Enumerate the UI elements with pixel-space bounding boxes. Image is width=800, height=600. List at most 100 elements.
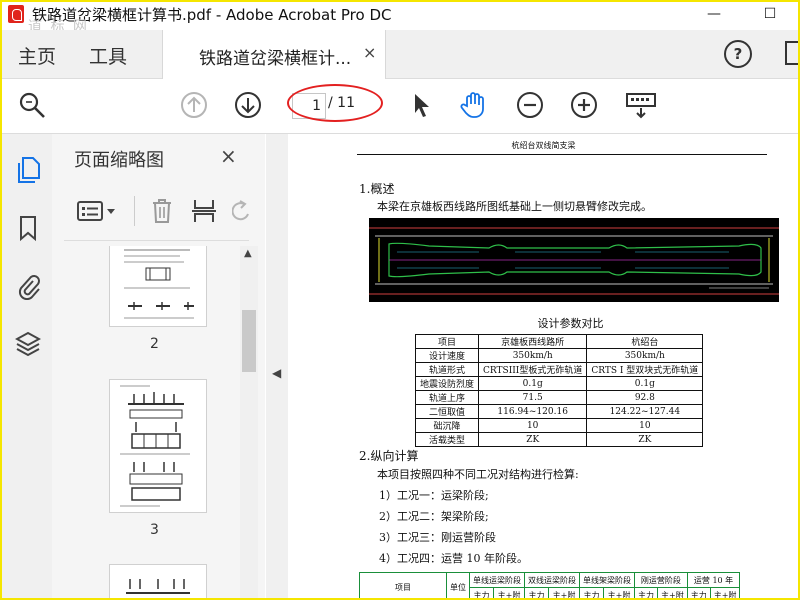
table-cell: 124.22~127.44 bbox=[586, 404, 704, 419]
table-cell: 设计速度 bbox=[414, 348, 480, 363]
scroll-mode-icon[interactable] bbox=[624, 91, 658, 119]
table-row: 轨道上序 71.5 92.8 bbox=[414, 390, 704, 405]
table-header-cell: 主+附 bbox=[657, 587, 688, 598]
table-header-cell: 杭绍台 bbox=[586, 334, 704, 349]
table-cell: 轨道上序 bbox=[414, 390, 480, 405]
table-cell: CRTSIII型板式无砟轨道 bbox=[478, 362, 588, 377]
table-header-cell: 单位 bbox=[446, 572, 470, 598]
help-icon[interactable]: ? bbox=[724, 40, 752, 68]
toolbar: 1 / 11 bbox=[2, 79, 798, 134]
thumbnail-number: 2 bbox=[150, 336, 159, 352]
insert-page-icon[interactable] bbox=[192, 198, 216, 224]
table-cell: 10 bbox=[478, 418, 588, 433]
tab-close-icon[interactable]: × bbox=[363, 43, 376, 62]
table-header-cell: 刚运营阶段 bbox=[634, 572, 688, 588]
next-page-icon[interactable] bbox=[234, 91, 262, 119]
page-thumbnails-icon[interactable] bbox=[15, 156, 41, 184]
table-header-cell: 京雄板西线路所 bbox=[478, 334, 588, 349]
section-1-heading: 1.概述 bbox=[359, 182, 395, 196]
collapse-arrow-icon[interactable]: ◀ bbox=[272, 366, 281, 380]
layers-icon[interactable] bbox=[15, 330, 41, 358]
table-row: 础沉降 10 10 bbox=[414, 418, 704, 433]
table-cell: 92.8 bbox=[586, 390, 704, 405]
list-item: 3）工况三：刚运营阶段 bbox=[379, 531, 496, 544]
list-item: 2）工况二：架梁阶段; bbox=[379, 510, 489, 523]
panel-divider bbox=[64, 240, 249, 241]
collapse-panel-handle[interactable]: ◀ bbox=[266, 134, 288, 598]
account-icon[interactable] bbox=[784, 40, 800, 66]
left-rail bbox=[2, 134, 53, 598]
table-header-cell: 主+附 bbox=[709, 587, 741, 598]
table-cell: 二恒取值 bbox=[414, 404, 480, 419]
thumbnails-scrollbar[interactable]: ▲ bbox=[240, 246, 258, 598]
params-table-title: 设计参数对比 bbox=[537, 317, 604, 330]
table-header-cell: 主+附 bbox=[548, 587, 580, 598]
section-2-heading: 2.纵向计算 bbox=[359, 449, 419, 463]
table-cell: 350km/h bbox=[586, 348, 704, 363]
attachments-icon[interactable] bbox=[15, 272, 41, 300]
minimize-button[interactable]: — bbox=[702, 4, 726, 24]
bookmarks-icon[interactable] bbox=[15, 214, 41, 242]
maximize-button[interactable]: ☐ bbox=[758, 4, 782, 24]
table-header-cell: 主力 bbox=[686, 587, 711, 598]
title-bar: 铁路道岔梁横框计算书.pdf - Adobe Acrobat Pro DC 道 … bbox=[2, 2, 798, 35]
table-header-cell: 单线运梁阶段 bbox=[469, 572, 525, 588]
cad-drawing bbox=[369, 218, 779, 302]
table-header-cell: 双线运梁阶段 bbox=[524, 572, 580, 588]
table-header-cell: 主+附 bbox=[603, 587, 635, 598]
table-cell: 0.1g bbox=[586, 376, 704, 391]
zoom-in-icon[interactable] bbox=[570, 91, 598, 119]
table-cell: 10 bbox=[586, 418, 704, 433]
thumbnail-2-preview bbox=[124, 249, 194, 319]
table-header-cell: 运营 10 年 bbox=[686, 572, 741, 588]
tab-document[interactable]: 铁路道岔梁横框计... × bbox=[162, 30, 386, 79]
table-cell: ZK bbox=[586, 432, 704, 447]
table-header-cell: 主+附 bbox=[493, 587, 525, 598]
table-header-cell: 单线架梁阶段 bbox=[579, 572, 635, 588]
thumbnail-3-preview bbox=[120, 385, 190, 507]
options-menu-icon[interactable] bbox=[76, 200, 118, 222]
table-header-cell: 主力 bbox=[524, 587, 549, 598]
rotate-page-icon[interactable] bbox=[232, 200, 250, 222]
table-header-cell: 主力 bbox=[579, 587, 604, 598]
table-header-row: 项目 京雄板西线路所 杭绍台 bbox=[414, 334, 704, 349]
table-cell: 础沉降 bbox=[414, 418, 480, 433]
table-header-row: 项目 单位 单线运梁阶段 双线运梁阶段 单线架梁阶段 刚运营阶段 运营 10 年 bbox=[359, 572, 741, 598]
document-page: 杭绍台双线简支梁 1.概述 本梁在京雄板西线路所图纸基础上一侧切悬臂修改完成。 … bbox=[289, 134, 798, 598]
table-cell: 活载类型 bbox=[414, 432, 480, 447]
panel-title: 页面缩略图 bbox=[74, 150, 164, 171]
table-row: 活载类型 ZK ZK bbox=[414, 432, 704, 447]
table-header-cell: 项目 bbox=[414, 334, 480, 349]
table-row: 二恒取值 116.94~120.16 124.22~127.44 bbox=[414, 404, 704, 419]
panel-toolbar bbox=[52, 184, 249, 240]
list-item: 4）工况四：运营 10 年阶段。 bbox=[379, 552, 528, 565]
toolbar-divider bbox=[134, 196, 135, 226]
hand-tool-icon[interactable] bbox=[460, 91, 488, 119]
list-item: 1）工况一：运梁阶段; bbox=[379, 489, 489, 502]
table-cell: ZK bbox=[478, 432, 588, 447]
thumbnail-page-4[interactable] bbox=[109, 564, 207, 598]
load-cases-table: 项目 单位 单线运梁阶段 双线运梁阶段 单线架梁阶段 刚运营阶段 运营 10 年… bbox=[359, 572, 741, 598]
select-cursor-icon[interactable] bbox=[408, 91, 436, 119]
menu-home[interactable]: 主页 bbox=[18, 42, 56, 69]
table-row: 设计速度 350km/h 350km/h bbox=[414, 348, 704, 363]
section-1-text: 本梁在京雄板西线路所图纸基础上一侧切悬臂修改完成。 bbox=[377, 200, 652, 213]
acrobat-logo-icon bbox=[8, 5, 24, 23]
thumbnail-4-preview bbox=[126, 579, 190, 594]
thumbnail-page-3[interactable] bbox=[109, 379, 207, 513]
zoom-out-icon[interactable] bbox=[516, 91, 544, 119]
zoom-search-icon[interactable] bbox=[18, 91, 46, 119]
table-header-cell: 主力 bbox=[634, 587, 658, 598]
table-row: 轨道形式 CRTSIII型板式无砟轨道 CRTS I 型双块式无砟轨道 bbox=[414, 362, 704, 377]
scroll-up-icon[interactable]: ▲ bbox=[244, 248, 252, 259]
scrollbar-thumb[interactable] bbox=[242, 310, 256, 372]
doc-header: 杭绍台双线简支梁 bbox=[511, 141, 576, 150]
tab-document-label: 铁路道岔梁横框计... bbox=[199, 49, 352, 69]
thumbnail-page-2[interactable] bbox=[109, 246, 207, 327]
table-cell: 350km/h bbox=[478, 348, 588, 363]
menu-tools[interactable]: 工具 bbox=[89, 42, 127, 69]
panel-close-icon[interactable]: × bbox=[220, 144, 237, 168]
table-cell: 0.1g bbox=[478, 376, 588, 391]
previous-page-icon[interactable] bbox=[180, 91, 208, 119]
delete-page-icon[interactable] bbox=[150, 198, 174, 224]
